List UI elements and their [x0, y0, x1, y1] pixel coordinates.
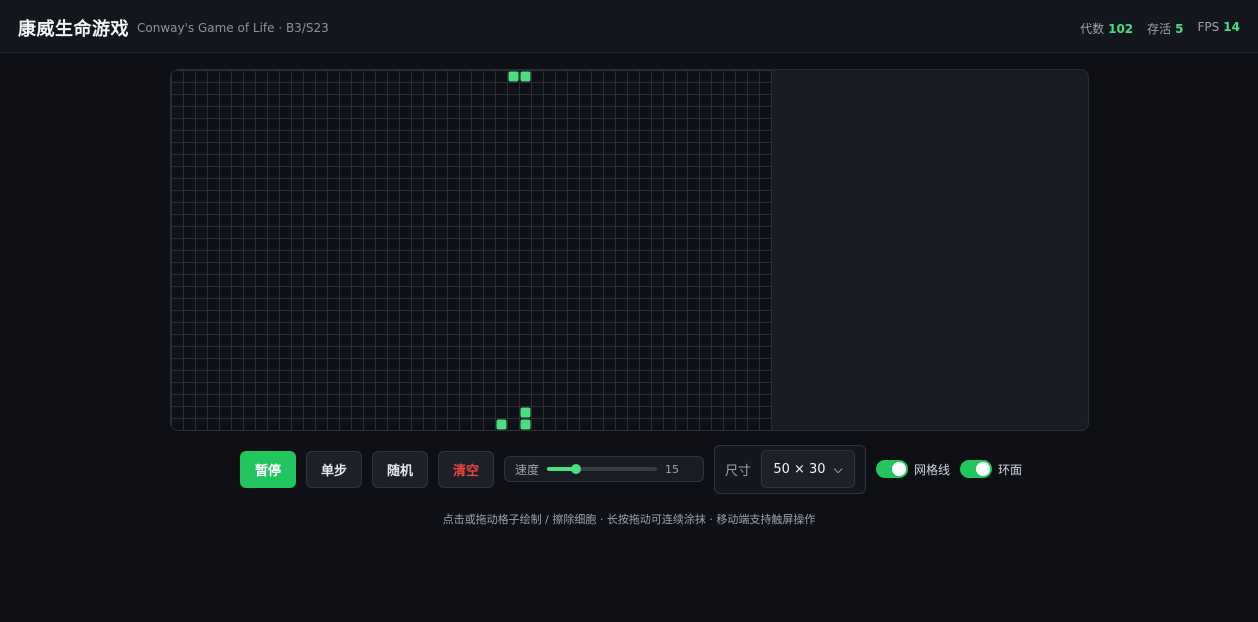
size-control: 尺寸 50 × 30 ⌵ [714, 444, 867, 494]
speed-label: 速度 [515, 462, 540, 477]
stat-generation: 代数 102 [1080, 22, 1134, 36]
speed-value: 15 [665, 462, 680, 476]
clear-button[interactable]: 清空 [438, 450, 494, 488]
app-title: 康威生命游戏 [18, 19, 129, 40]
random-button[interactable]: 随机 [372, 450, 428, 488]
speed-slider[interactable] [547, 464, 658, 474]
life-grid[interactable] [171, 70, 1089, 431]
speed-slider-thumb[interactable] [570, 464, 581, 474]
stat-fps: FPS 14 [1197, 20, 1240, 34]
size-select-value: 50 × 30 [773, 461, 826, 477]
grid-toggle[interactable]: 网格线 [876, 460, 950, 478]
stat-alive: 存活 5 [1147, 22, 1184, 36]
stats-panel: 代数 102 存活 5 FPS 14 [1080, 20, 1240, 37]
wrap-toggle-switch[interactable] [960, 460, 993, 478]
size-label: 尺寸 [725, 463, 752, 479]
wrap-toggle-label: 环面 [998, 462, 1023, 477]
toggle-knob [892, 462, 907, 476]
step-button[interactable]: 单步 [306, 450, 362, 488]
live-cell[interactable] [520, 71, 531, 82]
chevron-down-icon: ⌵ [833, 461, 843, 476]
grid-toggle-label: 网格线 [914, 462, 951, 477]
top-bar: 康威生命游戏 Conway's Game of Life · B3/S23 代数… [0, 0, 1258, 53]
speed-control: 速度 15 [504, 456, 704, 482]
usage-hint: 点击或拖动格子绘制 / 擦除细胞 · 长按拖动可连续涂抹 · 移动端支持触屏操作 [442, 513, 816, 526]
toggle-knob [976, 462, 991, 476]
live-cell[interactable] [496, 419, 507, 430]
wrap-toggle[interactable]: 环面 [960, 460, 1022, 478]
game-board[interactable] [170, 69, 1089, 431]
live-cell[interactable] [520, 407, 531, 418]
live-cell[interactable] [508, 71, 519, 82]
grid-toggle-switch[interactable] [876, 460, 909, 478]
pause-button[interactable]: 暂停 [240, 450, 296, 488]
size-select[interactable]: 50 × 30 ⌵ [761, 450, 856, 488]
live-cell[interactable] [520, 419, 531, 430]
app-subtitle: Conway's Game of Life · B3/S23 [137, 21, 329, 35]
control-bar: 暂停 单步 随机 清空 速度 15 尺寸 50 × 30 ⌵ 网格线 环面 [240, 444, 1022, 494]
